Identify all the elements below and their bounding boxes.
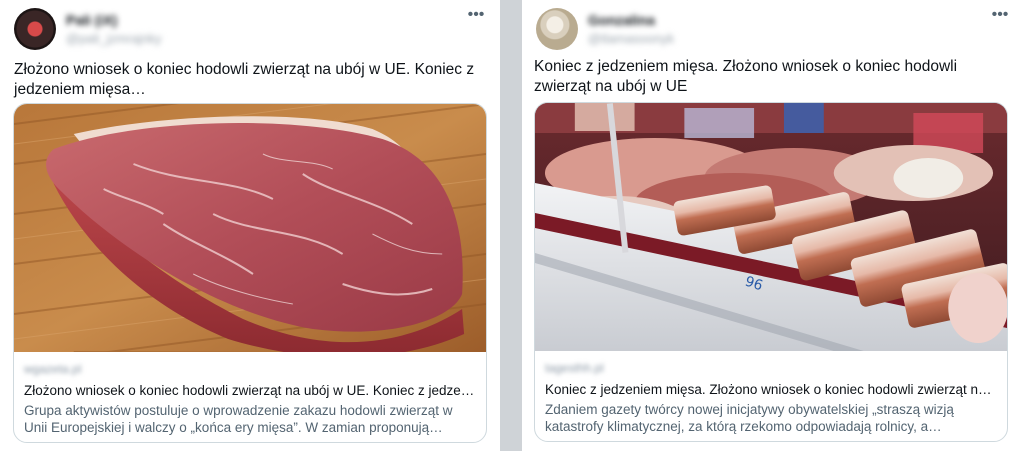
more-horizontal-icon[interactable]: •••: [466, 7, 486, 26]
card-title[interactable]: Koniec z jedzeniem mięsa. Złożono wniose…: [545, 381, 997, 398]
link-card[interactable]: wgazeta.pl Złożono wniosek o koniec hodo…: [13, 103, 487, 443]
tweet-left[interactable]: Pali (iX) @pali_jzmrajnky ••• Złożono wn…: [0, 0, 500, 451]
author-block[interactable]: Pali (iX) @pali_jzmrajnky: [66, 12, 162, 48]
card-domain: tagesthh.pl: [545, 361, 604, 375]
card-description: Zdaniem gazety twórcy nowej inicjatywy o…: [545, 402, 954, 434]
card-title[interactable]: Złożono wniosek o koniec hodowli zwierzą…: [24, 382, 476, 399]
author-display-name[interactable]: Pali (iX): [66, 12, 162, 28]
link-card[interactable]: 96 tagesthh.pl Koniec z jedzeniem mięsa.…: [534, 102, 1008, 442]
tweet-right[interactable]: Gonzalina @tlamasoonyk ••• Koniec z jedz…: [522, 0, 1024, 451]
author-block[interactable]: Gonzalina @tlamasoonyk: [588, 12, 674, 48]
avatar[interactable]: [536, 8, 578, 50]
tweet-text: Złożono wniosek o koniec hodowli zwierzą…: [14, 61, 475, 98]
author-handle[interactable]: @pali_jzmrajnky: [66, 30, 162, 48]
screenshot-stage: Pali (iX) @pali_jzmrajnky ••• Złożono wn…: [0, 0, 1024, 451]
card-meta: tagesthh.pl Koniec z jedzeniem mięsa. Zł…: [545, 361, 997, 435]
card-domain: wgazeta.pl: [24, 362, 82, 376]
card-image-meat-market[interactable]: 96: [535, 103, 1007, 351]
card-image-steak[interactable]: [14, 104, 486, 352]
card-meta: wgazeta.pl Złożono wniosek o koniec hodo…: [24, 362, 476, 436]
more-horizontal-icon[interactable]: •••: [990, 7, 1010, 26]
tweet-header: Pali (iX) @pali_jzmrajnky •••: [14, 7, 488, 50]
avatar[interactable]: [14, 8, 56, 50]
panel-divider: [500, 0, 522, 451]
tweet-header: Gonzalina @tlamasoonyk •••: [536, 7, 1012, 50]
card-description: Grupa aktywistów postuluje o wprowadzeni…: [24, 403, 453, 435]
tweet-text: Koniec z jedzeniem mięsa. Złożono wniose…: [534, 58, 958, 95]
author-display-name[interactable]: Gonzalina: [588, 12, 674, 28]
author-handle[interactable]: @tlamasoonyk: [588, 30, 674, 48]
